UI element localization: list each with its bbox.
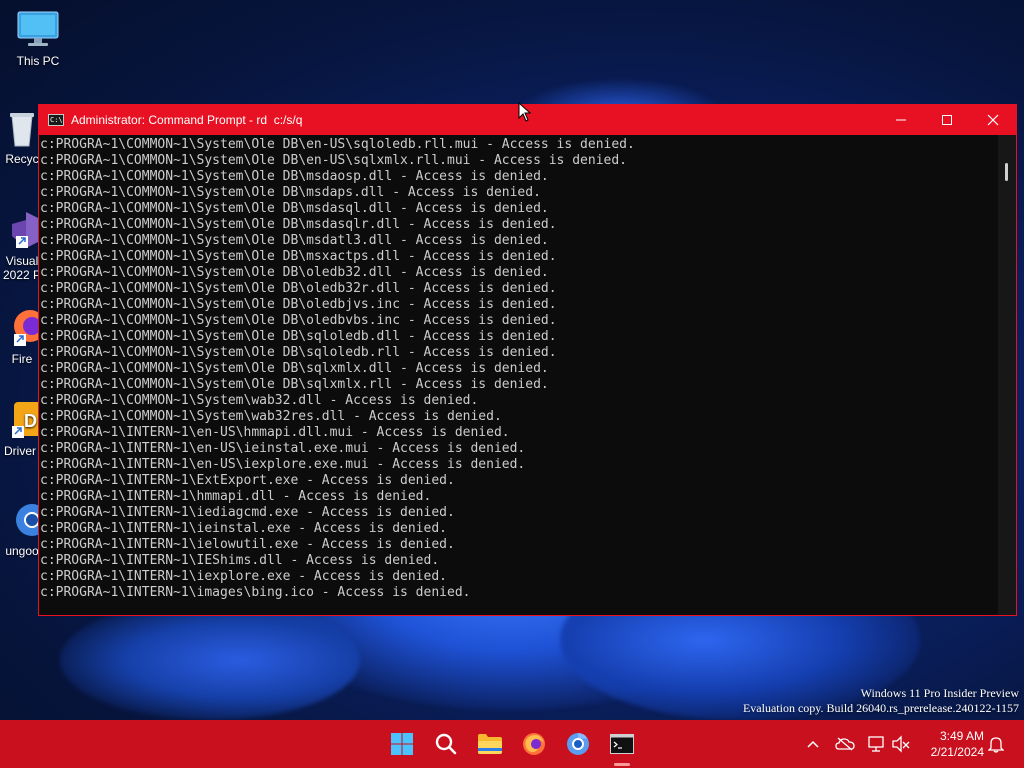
onedrive-offline-icon [835,737,855,751]
monitor-icon [16,10,60,50]
firefox-icon [523,733,545,755]
console-output[interactable]: c:PROGRA~1\COMMON~1\System\Ole DB\en-US\… [39,135,998,615]
console-line: c:PROGRA~1\INTERN~1\en-US\hmmapi.dll.mui… [40,425,510,440]
desktop-icon-label: This PC [16,54,60,68]
search-button[interactable] [430,728,462,760]
mouse-cursor-icon [518,102,532,122]
driver-app-icon: D [0,400,42,440]
wallpaper-bloom [60,600,360,720]
folder-icon [478,734,502,754]
console-line: c:PROGRA~1\INTERN~1\ExtExport.exe - Acce… [40,473,455,488]
watermark-edition: Windows 11 Pro Insider Preview [860,686,1019,700]
console-line: c:PROGRA~1\INTERN~1\en-US\ieinstal.exe.m… [40,441,526,456]
active-app-indicator [614,763,630,766]
console-line: c:PROGRA~1\COMMON~1\System\Ole DB\sqlole… [40,329,557,344]
firefox-button[interactable] [518,728,550,760]
windows-watermark: Windows 11 Pro Insider Preview Evaluatio… [743,686,1019,716]
console-line: c:PROGRA~1\INTERN~1\ieinstal.exe - Acces… [40,521,447,536]
volume-muted-icon [892,735,910,753]
maximize-button[interactable] [924,105,970,135]
console-line: c:PROGRA~1\COMMON~1\System\Ole DB\msdasq… [40,201,549,216]
console-line: c:PROGRA~1\INTERN~1\images\bing.ico - Ac… [40,585,471,600]
file-explorer-button[interactable] [474,728,506,760]
maximize-icon [942,115,952,125]
notifications-button[interactable] [984,732,1008,756]
console-line: c:PROGRA~1\COMMON~1\System\Ole DB\oledbv… [40,313,557,328]
search-icon [435,733,457,755]
console-line: c:PROGRA~1\INTERN~1\iediagcmd.exe - Acce… [40,505,455,520]
show-hidden-icons-button[interactable] [801,732,825,756]
console-line: c:PROGRA~1\COMMON~1\System\Ole DB\oledbj… [40,297,557,312]
console-line: c:PROGRA~1\COMMON~1\System\wab32.dll - A… [40,393,479,408]
console-line: c:PROGRA~1\COMMON~1\System\Ole DB\en-US\… [40,137,635,152]
console-line: c:PROGRA~1\COMMON~1\System\Ole DB\msdaps… [40,185,541,200]
console-line: c:PROGRA~1\COMMON~1\System\Ole DB\sqlxml… [40,361,549,376]
console-line: c:PROGRA~1\COMMON~1\System\Ole DB\msdaos… [40,169,549,184]
vertical-scrollbar[interactable] [998,135,1016,615]
start-button[interactable] [386,728,418,760]
minimize-button[interactable] [878,105,924,135]
console-line: c:PROGRA~1\INTERN~1\IEShims.dll - Access… [40,553,440,568]
desktop-icon-this-pc[interactable]: This PC [0,10,76,68]
close-icon [987,114,999,126]
console-line: c:PROGRA~1\COMMON~1\System\Ole DB\en-US\… [40,153,627,168]
clock-time: 3:49 AM [939,729,984,743]
console-line: c:PROGRA~1\COMMON~1\System\Ole DB\msxact… [40,249,557,264]
console-line: c:PROGRA~1\COMMON~1\System\Ole DB\msdatl… [40,233,549,248]
windows-logo-icon [391,733,413,755]
console-line: c:PROGRA~1\INTERN~1\en-US\iexplore.exe.m… [40,457,526,472]
minimize-icon [896,119,906,121]
console-line: c:PROGRA~1\COMMON~1\System\Ole DB\sqlole… [40,345,557,360]
chromium-icon [567,733,589,755]
clock-date: 2/21/2024 [930,745,984,759]
onedrive-button[interactable] [833,732,857,756]
taskbar: 3:49 AM 2/21/2024 [0,720,1024,768]
console-line: c:PROGRA~1\INTERN~1\iexplore.exe - Acces… [40,569,447,584]
network-icon [868,736,884,752]
console-line: c:PROGRA~1\COMMON~1\System\Ole DB\sqlxml… [40,377,549,392]
terminal-button[interactable] [606,728,638,760]
console-line: c:PROGRA~1\COMMON~1\System\Ole DB\oledb3… [40,281,557,296]
command-prompt-window[interactable]: C:\ Administrator: Command Prompt - rd c… [38,104,1017,616]
cmd-icon [610,734,634,754]
network-button[interactable] [865,732,889,756]
console-line: c:PROGRA~1\COMMON~1\System\wab32res.dll … [40,409,502,424]
window-title: Administrator: Command Prompt - rd c:/s/… [71,113,303,127]
close-button[interactable] [970,105,1016,135]
volume-button[interactable] [889,732,913,756]
console-line: c:PROGRA~1\INTERN~1\hmmapi.dll - Access … [40,489,432,504]
bell-icon [988,737,1004,753]
console-line: c:PROGRA~1\COMMON~1\System\Ole DB\msdasq… [40,217,557,232]
console-line: c:PROGRA~1\INTERN~1\ielowutil.exe - Acce… [40,537,455,552]
taskbar-clock[interactable]: 3:49 AM 2/21/2024 [931,728,984,760]
scrollbar-thumb[interactable] [1005,163,1008,181]
svg-text:D: D [24,411,37,431]
chevron-up-icon [807,740,819,748]
chromium-button[interactable] [562,728,594,760]
console-line: c:PROGRA~1\COMMON~1\System\Ole DB\oledb3… [40,265,549,280]
cmd-icon: C:\ [48,114,64,126]
watermark-build: Evaluation copy. Build 26040.rs_prerelea… [742,701,1019,715]
